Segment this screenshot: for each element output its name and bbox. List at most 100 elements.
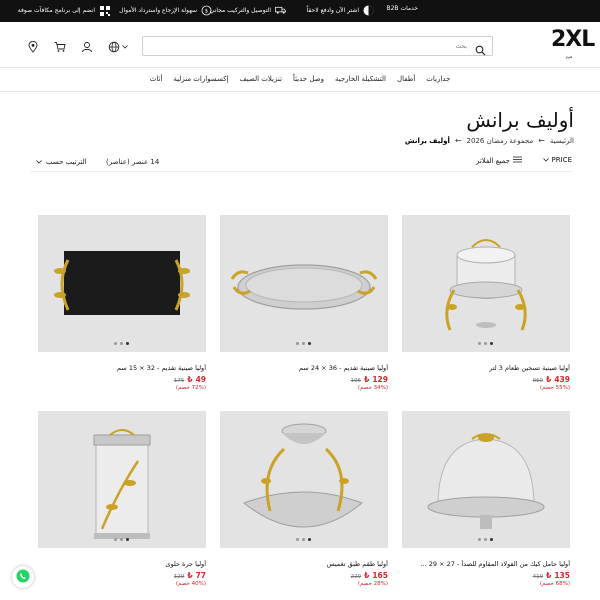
product-card[interactable]: أوليا صينية تقديم - 32 × 15 سم 49 ₺ 175 …: [38, 215, 206, 395]
promo-b2b-label: خدمات B2B: [386, 5, 418, 12]
filter-bar: PRICE جميع الفلاتر 14 عنصر (عناصر) الترت…: [30, 150, 572, 172]
page-title: أوليف برانش: [466, 108, 574, 132]
product-image-cake-stand[interactable]: [402, 411, 570, 548]
nav-item-new-arrivals[interactable]: وصل حديثاً: [293, 75, 324, 83]
promo-returns[interactable]: $ سهولة الإرجاع واسترداد الأموال: [119, 5, 212, 16]
product-image-black-tray[interactable]: [38, 215, 206, 352]
promo-bar: خدمات B2B اشتر الآن وادفع لاحقاً التوصيل…: [0, 0, 600, 22]
promo-rewards-label: انضم إلى برنامج مكافآت صوفة: [17, 7, 95, 14]
price-filter-button[interactable]: PRICE: [542, 156, 572, 164]
sale-price: 135: [554, 571, 570, 580]
promo-b2b[interactable]: خدمات B2B: [386, 5, 418, 12]
nav-item-outdoor[interactable]: التشكيلة الخارجية: [335, 75, 386, 83]
discount-badge: (55% خصم): [539, 385, 570, 391]
svg-text:$: $: [205, 9, 208, 15]
currency-symbol: ₺: [546, 375, 552, 384]
product-card[interactable]: أوليا جرة حلوى 77 ₺ 129 (40% خصم): [38, 411, 206, 591]
product-prices: 439 ₺ 969: [533, 375, 570, 384]
product-card[interactable]: أوليا صينية تقديم - 36 × 24 سم 129 ₺ 195…: [220, 215, 388, 395]
whatsapp-chat-button[interactable]: [12, 566, 34, 588]
store-location-icon[interactable]: [26, 40, 39, 53]
nav-item-kids[interactable]: أطفال: [397, 75, 415, 83]
breadcrumb-home[interactable]: الرئيسية: [550, 137, 574, 145]
product-card[interactable]: أوليا حامل كيك من الفولاذ المقاوم للصدأ …: [402, 411, 570, 591]
split-pay-icon: [363, 5, 374, 16]
product-prices: 129 ₺ 195: [351, 375, 388, 384]
discount-badge: (72% خصم): [175, 385, 206, 391]
promo-bnpl[interactable]: اشتر الآن وادفع لاحقاً: [307, 5, 374, 16]
promo-returns-label: سهولة الإرجاع واسترداد الأموال: [119, 7, 197, 14]
chevron-down-icon: [36, 158, 42, 166]
chevron-down-icon: [542, 156, 549, 164]
return-icon: $: [201, 5, 212, 16]
product-name[interactable]: أوليا طقم طبق تغميس: [220, 560, 388, 568]
original-price: 129: [173, 574, 185, 580]
discount-badge: (28% خصم): [357, 581, 388, 587]
product-card[interactable]: أوليا صينية تسخين طعام 3 لتر 439 ₺ 969 (…: [402, 215, 570, 395]
product-name[interactable]: أوليا جرة حلوى: [38, 560, 206, 568]
product-card[interactable]: أوليا طقم طبق تغميس 165 ₺ 229 (28% خصم): [220, 411, 388, 591]
original-price: 969: [532, 378, 544, 384]
site-logo[interactable]: 2XL هوم: [551, 26, 595, 64]
breadcrumb: الرئيسية ← مجموعة رمضان 2026 ← أوليف برا…: [405, 136, 574, 145]
search-input[interactable]: [161, 39, 471, 53]
currency-symbol: ₺: [364, 375, 370, 384]
main-navigation: أثاث إكسسوارات منزلية تنزيلات الصيف وصل …: [0, 68, 600, 92]
delivery-truck-icon: [275, 5, 286, 16]
breadcrumb-separator: ←: [454, 136, 462, 145]
promo-rewards[interactable]: انضم إلى برنامج مكافآت صوفة: [18, 5, 110, 16]
currency-symbol: ₺: [546, 571, 552, 580]
original-price: 175: [173, 378, 185, 384]
product-name[interactable]: أوليا صينية تقديم - 32 × 15 سم: [38, 364, 206, 372]
logo-subtext: هوم: [565, 54, 573, 59]
sale-price: 165: [372, 571, 388, 580]
sale-price: 77: [195, 571, 206, 580]
site-header: 2XL هوم: [0, 22, 600, 68]
product-prices: 135 ₺ 419: [533, 571, 570, 580]
search-icon[interactable]: [475, 41, 486, 56]
chevron-down-icon[interactable]: [122, 44, 128, 50]
discount-badge: (40% خصم): [175, 581, 206, 587]
all-filters-button[interactable]: جميع الفلاتر: [476, 156, 522, 165]
currency-symbol: ₺: [187, 375, 193, 384]
sale-price: 49: [195, 375, 206, 384]
nav-item-furniture[interactable]: أثاث: [150, 75, 163, 83]
product-prices: 165 ₺ 229: [351, 571, 388, 580]
product-name[interactable]: أوليا صينية تسخين طعام 3 لتر: [402, 364, 570, 372]
product-image-food-warmer[interactable]: [402, 215, 570, 352]
product-name[interactable]: أوليا صينية تقديم - 36 × 24 سم: [220, 364, 388, 372]
currency-symbol: ₺: [364, 571, 370, 580]
whatsapp-icon: [16, 568, 30, 587]
nav-item-wall-art[interactable]: جداريات: [426, 75, 450, 83]
image-carousel-dots[interactable]: [296, 342, 311, 345]
image-carousel-dots[interactable]: [296, 538, 311, 541]
product-image-dip-set[interactable]: [220, 411, 388, 548]
product-image-candy-jar[interactable]: [38, 411, 206, 548]
account-user-icon[interactable]: [80, 40, 93, 53]
image-carousel-dots[interactable]: [114, 342, 129, 345]
product-prices: 49 ₺ 175: [174, 375, 206, 384]
nav-item-summer-sale[interactable]: تنزيلات الصيف: [240, 75, 282, 83]
product-name[interactable]: أوليا حامل كيك من الفولاذ المقاوم للصدأ …: [402, 560, 570, 568]
discount-badge: (34% خصم): [357, 385, 388, 391]
items-count: 14 عنصر (عناصر): [106, 158, 160, 166]
logo-text: 2XL: [551, 27, 595, 52]
breadcrumb-current: أوليف برانش: [404, 136, 450, 145]
image-carousel-dots[interactable]: [114, 538, 129, 541]
promo-delivery[interactable]: التوصيل والتركيب مجاني: [210, 5, 286, 16]
search-box: [142, 36, 493, 56]
cart-icon[interactable]: [53, 40, 66, 53]
product-prices: 77 ₺ 129: [174, 571, 206, 580]
product-image-oval-tray[interactable]: [220, 215, 388, 352]
image-carousel-dots[interactable]: [478, 538, 493, 541]
nav-item-home-accessories[interactable]: إكسسوارات منزلية: [173, 75, 228, 83]
qr-code-icon: [99, 5, 110, 16]
promo-delivery-label: التوصيل والتركيب مجاني: [209, 7, 271, 14]
language-globe-icon[interactable]: [107, 40, 120, 53]
currency-symbol: ₺: [187, 571, 193, 580]
breadcrumb-collection[interactable]: مجموعة رمضان 2026: [467, 137, 534, 145]
image-carousel-dots[interactable]: [478, 342, 493, 345]
sort-dropdown[interactable]: الترتيب حسب: [36, 158, 87, 166]
breadcrumb-separator: ←: [538, 136, 545, 145]
original-price: 419: [532, 574, 544, 580]
